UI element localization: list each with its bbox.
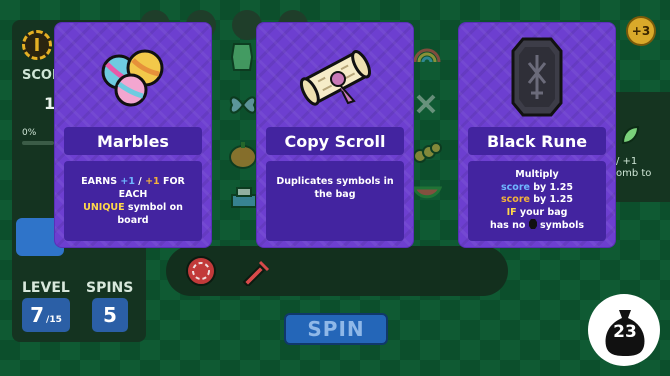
spins-value: 5 [103, 303, 117, 327]
spin-button[interactable]: SPIN [284, 313, 388, 345]
right-info-line-2: omb to [616, 168, 652, 179]
desc-text: symbol on board [117, 202, 183, 226]
desc-highlight: IF [506, 206, 517, 218]
rune-symbol-icon [528, 219, 537, 230]
scroll-icon [299, 50, 372, 106]
bag-count: 23 [613, 322, 637, 342]
cross-icon [416, 94, 436, 114]
desc-text: has no [489, 220, 529, 232]
card-black-rune[interactable]: Black Rune Multiply score by 1.25 score … [458, 22, 616, 248]
printer-icon [231, 187, 257, 208]
caterpillar-icon [413, 142, 442, 163]
spins-box: 5 [92, 298, 128, 332]
card-description: Multiply score by 1.25 score by 1.25 IF … [468, 161, 606, 241]
emerald-icon [230, 43, 254, 71]
desc-text: by 1.25 [529, 181, 573, 193]
desc-text: by 1.25 [529, 194, 573, 206]
desc-text: / [134, 176, 146, 187]
rune-line-5: has no symbols [490, 219, 584, 233]
card-desc-line-1: EARNS +1 / +1 FOR EACH [70, 175, 196, 201]
card-title: Black Rune [468, 127, 606, 155]
butterfly-icon [229, 96, 257, 114]
bonus-badge: +3 [626, 16, 656, 46]
spins-label: SPINS [86, 280, 134, 296]
card-desc-text: Duplicates symbols in the bag [276, 176, 394, 200]
card-desc-line-2: UNIQUE symbol on board [70, 201, 196, 227]
desc-highlight: +1 [145, 176, 160, 187]
desc-text: symbols [536, 220, 585, 232]
rune-icon [511, 37, 563, 117]
leaf-icon [621, 125, 640, 145]
right-info-text: / +1 omb to [616, 156, 651, 180]
marbles-icon [101, 49, 164, 107]
right-info-line-1: / +1 [616, 156, 638, 167]
rainbow-icon [413, 48, 441, 63]
level-box: 7/15 [22, 298, 70, 332]
rune-line-1: Multiply [515, 169, 559, 181]
rune-line-2: score by 1.25 [501, 182, 573, 195]
desc-text: EARNS [81, 176, 121, 187]
card-art [459, 29, 615, 125]
pumpkin-icon [229, 142, 257, 169]
card-description: EARNS +1 / +1 FOR EACH UNIQUE symbol on … [64, 161, 202, 241]
card-copy-scroll[interactable]: Copy Scroll Duplicates symbols in the ba… [256, 22, 414, 248]
card-marbles[interactable]: Marbles EARNS +1 / +1 FOR EACH UNIQUE sy… [54, 22, 212, 248]
level-label: LEVEL [22, 280, 70, 296]
desc-highlight: score [501, 194, 530, 206]
desc-highlight: UNIQUE [83, 202, 125, 213]
coin-icon: I [22, 30, 52, 60]
card-art [257, 29, 413, 125]
rune-line-3: score by 1.25 [501, 194, 573, 207]
reel-row [166, 246, 508, 296]
casino-chip-icon [186, 256, 216, 286]
card-art [55, 29, 211, 125]
progress-percent: 0% [22, 128, 37, 138]
watermelon-icon [412, 186, 442, 199]
level-total: /15 [46, 315, 62, 325]
desc-highlight: score [501, 181, 530, 193]
desc-text: your bag [516, 206, 568, 218]
rune-line-4: IF your bag [507, 207, 568, 220]
card-description: Duplicates symbols in the bag [266, 161, 404, 241]
level-value: 7 [30, 303, 45, 327]
desc-highlight: +1 [120, 176, 135, 187]
card-title: Marbles [64, 127, 202, 155]
progress-bar [22, 141, 54, 145]
card-title: Copy Scroll [266, 127, 404, 155]
syringe-icon [242, 260, 270, 286]
